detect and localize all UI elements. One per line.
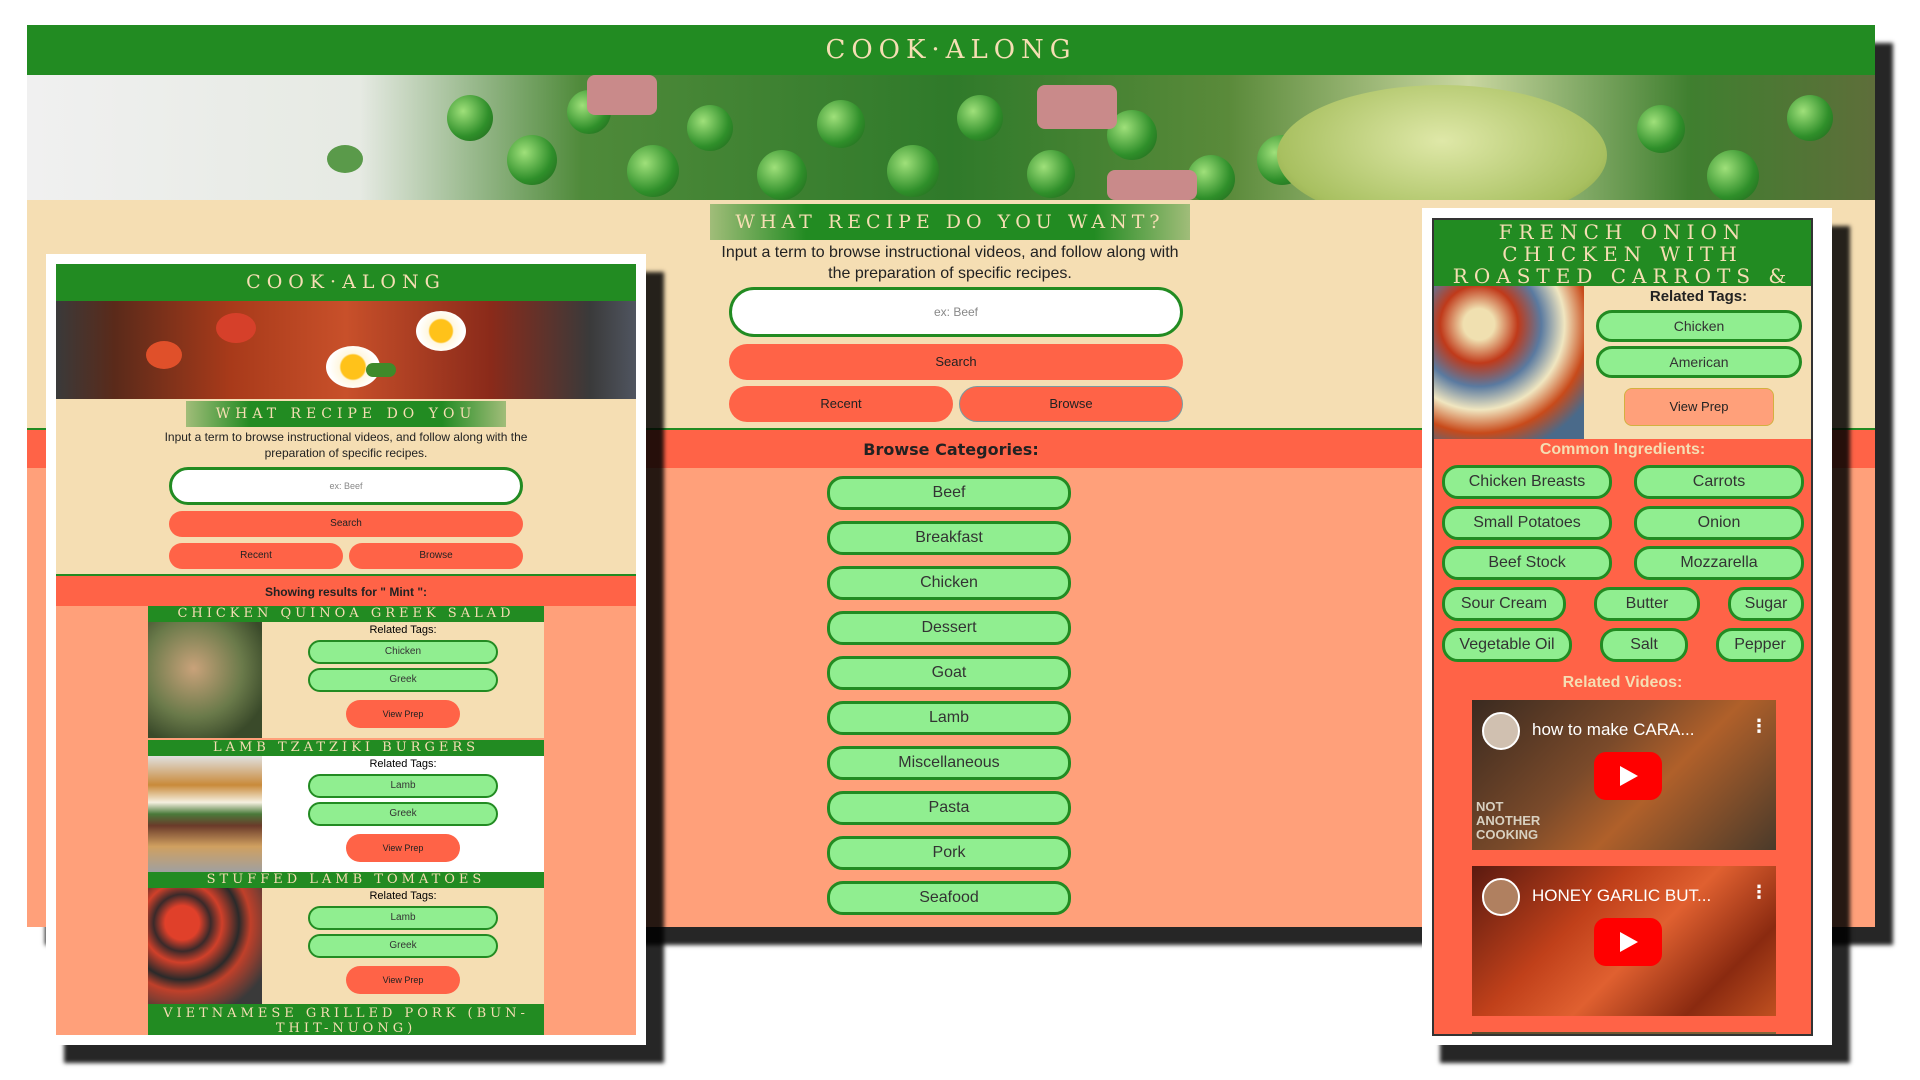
view-prep-button[interactable]: View Prep: [346, 700, 460, 728]
result-title: STUFFED LAMB TOMATOES: [148, 872, 544, 888]
hero-image: [27, 75, 1875, 200]
prompt-heading: WHAT RECIPE DO YOU WANT?: [710, 204, 1190, 240]
prompt-text: Input a term to browse instructional vid…: [721, 244, 1179, 282]
search-input[interactable]: ex: Beef: [729, 287, 1183, 337]
more-options-icon[interactable]: ⋮: [1750, 716, 1768, 737]
ingredient-button[interactable]: Sugar: [1728, 587, 1804, 621]
search-input[interactable]: ex: Beef: [169, 467, 523, 505]
tag-button[interactable]: Chicken: [1596, 310, 1802, 342]
related-tags-label: Related Tags:: [369, 624, 437, 636]
tag-button[interactable]: Greek: [308, 802, 498, 826]
youtube-play-icon[interactable]: [1594, 752, 1662, 800]
search-button[interactable]: Search: [169, 511, 523, 537]
mobile-view: FRENCH ONION CHICKEN WITH ROASTED CARROT…: [1422, 208, 1832, 1045]
browse-button[interactable]: Browse: [959, 386, 1183, 422]
tablet-view: COOK·ALONG WHAT RECIPE DO YOU WANT? Inpu…: [46, 254, 646, 1045]
category-button[interactable]: Beef: [827, 476, 1071, 510]
prompt-text: Input a term to browse instructional vid…: [164, 430, 528, 460]
result-image: [148, 888, 262, 1004]
recipe-title: FRENCH ONION CHICKEN WITH ROASTED CARROT…: [1434, 220, 1811, 309]
search-button[interactable]: Search: [729, 344, 1183, 380]
tag-button[interactable]: Lamb: [308, 906, 498, 930]
category-button[interactable]: Breakfast: [827, 521, 1071, 555]
category-button[interactable]: Seafood: [827, 881, 1071, 915]
ingredient-button[interactable]: Small Potatoes: [1442, 506, 1612, 540]
ingredient-button[interactable]: Carrots: [1634, 465, 1804, 499]
view-prep-button[interactable]: View Prep: [1624, 388, 1774, 426]
result-title: CHICKEN QUINOA GREEK SALAD: [148, 606, 544, 622]
video-title: how to make CARA...: [1532, 720, 1695, 739]
tag-button[interactable]: American: [1596, 346, 1802, 378]
ingredient-button[interactable]: Onion: [1634, 506, 1804, 540]
video-embed[interactable]: how to make CARA... ⋮ NOT ANOTHER COOKIN…: [1472, 700, 1776, 850]
channel-avatar: [1482, 712, 1520, 750]
tag-button[interactable]: Greek: [308, 668, 498, 692]
site-title: COOK·ALONG: [27, 25, 1875, 75]
ingredient-button[interactable]: Mozzarella: [1634, 546, 1804, 580]
result-image: [148, 622, 262, 738]
recipe-image: [1434, 286, 1584, 439]
recent-button[interactable]: Recent: [729, 386, 953, 422]
ingredient-button[interactable]: Salt: [1600, 628, 1688, 662]
video-embed[interactable]: [1472, 1032, 1776, 1034]
related-tags-label: Related Tags:: [369, 890, 437, 902]
tag-button[interactable]: Chicken: [308, 640, 498, 664]
recipe-summary: Related Tags: Chicken American View Prep: [1434, 286, 1811, 439]
ingredients-heading: Common Ingredients:: [1539, 441, 1706, 458]
video-overlay-text: NOT ANOTHER COOKING: [1476, 799, 1541, 842]
view-prep-button[interactable]: View Prep: [346, 834, 460, 862]
category-button[interactable]: Pork: [827, 836, 1071, 870]
ingredient-button[interactable]: Butter: [1594, 587, 1700, 621]
video-embed[interactable]: HONEY GARLIC BUT... ⋮: [1472, 866, 1776, 1016]
hero-image: [56, 301, 636, 399]
related-tags-label: Related Tags:: [1649, 288, 1748, 305]
search-section: WHAT RECIPE DO YOU WANT? Input a term to…: [56, 399, 636, 574]
youtube-play-icon[interactable]: [1594, 918, 1662, 966]
category-button[interactable]: Lamb: [827, 701, 1071, 735]
result-card: LAMB TZATZIKI BURGERS Related Tags: Lamb…: [148, 740, 544, 872]
result-title: VIETNAMESE GRILLED PORK (BUN-THIT-NUONG): [148, 1004, 544, 1035]
browse-button[interactable]: Browse: [349, 543, 523, 569]
category-button[interactable]: Miscellaneous: [827, 746, 1071, 780]
video-title: HONEY GARLIC BUT...: [1532, 886, 1712, 905]
result-card: VIETNAMESE GRILLED PORK (BUN-THIT-NUONG): [148, 1004, 544, 1035]
category-button[interactable]: Pasta: [827, 791, 1071, 825]
ingredient-button[interactable]: Vegetable Oil: [1442, 628, 1572, 662]
results-heading: Showing results for " Mint ":: [56, 574, 636, 606]
ingredient-button[interactable]: Pepper: [1716, 628, 1804, 662]
ingredients-list: Chicken Breasts Carrots Small Potatoes O…: [1434, 461, 1811, 685]
more-options-icon[interactable]: ⋮: [1750, 882, 1768, 903]
view-prep-button[interactable]: View Prep: [346, 966, 460, 994]
related-tags-label: Related Tags:: [369, 758, 437, 770]
channel-avatar: [1482, 878, 1520, 916]
result-image: [148, 756, 262, 872]
tag-button[interactable]: Greek: [308, 934, 498, 958]
category-button[interactable]: Chicken: [827, 566, 1071, 600]
ingredient-button[interactable]: Beef Stock: [1442, 546, 1612, 580]
recent-button[interactable]: Recent: [169, 543, 343, 569]
result-title: LAMB TZATZIKI BURGERS: [148, 740, 544, 756]
category-button[interactable]: Goat: [827, 656, 1071, 690]
videos-heading: Related Videos:: [1562, 674, 1683, 691]
tag-button[interactable]: Lamb: [308, 774, 498, 798]
result-card: CHICKEN QUINOA GREEK SALAD Related Tags:…: [148, 606, 544, 738]
ingredient-button[interactable]: Sour Cream: [1442, 587, 1566, 621]
category-button[interactable]: Dessert: [827, 611, 1071, 645]
prompt-heading: WHAT RECIPE DO YOU WANT?: [186, 401, 506, 448]
site-title: COOK·ALONG: [56, 264, 636, 301]
result-card: STUFFED LAMB TOMATOES Related Tags: Lamb…: [148, 872, 544, 1004]
ingredient-button[interactable]: Chicken Breasts: [1442, 465, 1612, 499]
